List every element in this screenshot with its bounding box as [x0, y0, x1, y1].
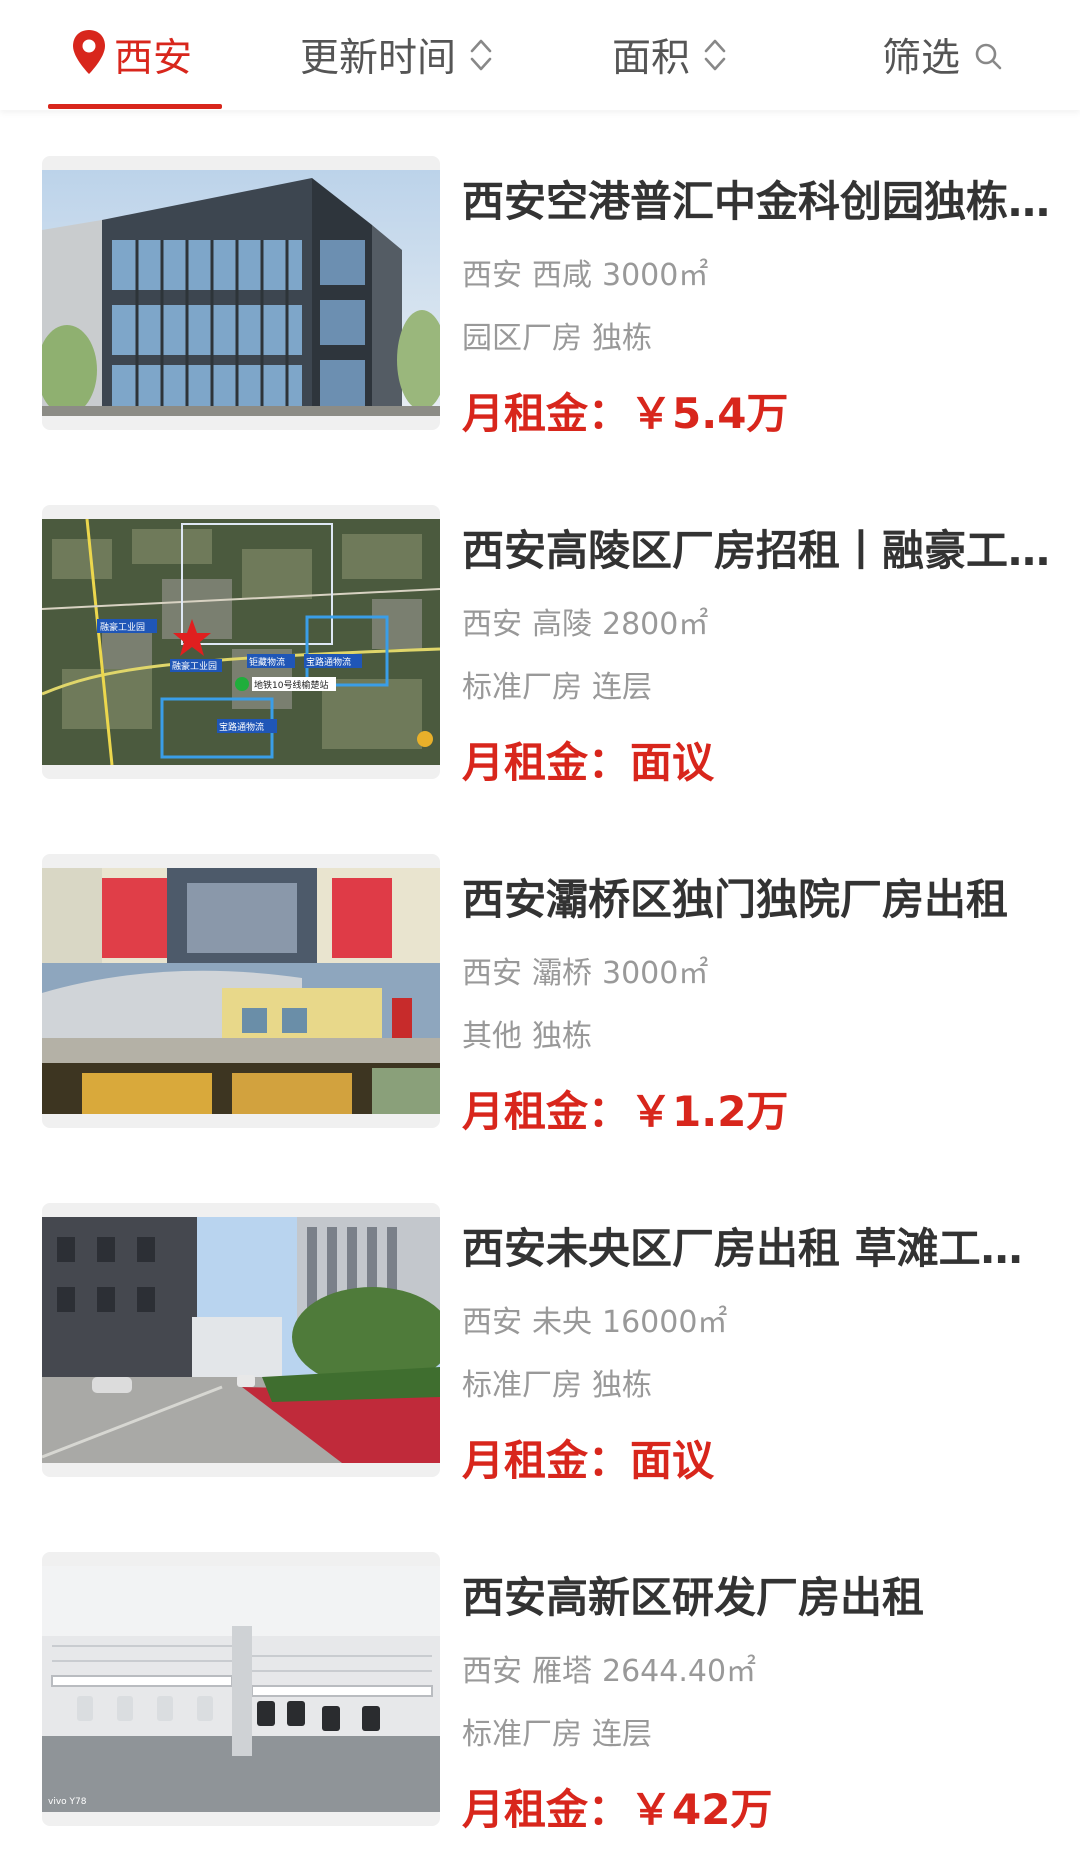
listing-city: 西安	[462, 956, 522, 991]
rent-value: ￥5.4万	[630, 389, 789, 438]
photo-watermark: vivo Y78	[48, 1797, 87, 1807]
sort-update-time-label: 更新时间	[300, 36, 457, 81]
listing-rent: 月租金：￥1.2万	[462, 1086, 788, 1138]
listing-layout: 独栋	[532, 1019, 592, 1054]
listing-rent: 月租金：面议	[462, 737, 714, 789]
rent-value: ￥42万	[630, 1785, 773, 1834]
listing-category: 标准厂房	[462, 1368, 582, 1403]
listing-city: 西安	[462, 607, 522, 642]
listing-district: 雁塔	[532, 1654, 592, 1689]
listing-rent: 月租金：面议	[462, 1435, 714, 1487]
listing-location: 西安 高陵 2800㎡	[462, 605, 1022, 645]
listing-city: 西安	[462, 1654, 522, 1689]
map-label: 钜藏物流	[249, 656, 285, 668]
listing-category: 标准厂房	[462, 1717, 582, 1752]
listing-area: 2644.40㎡	[602, 1654, 757, 1689]
listing-card[interactable]: 西安灞桥区独门独院厂房出租 西安 灞桥 3000㎡ 其他 独栋 月租金：￥1.2万	[42, 854, 1038, 1136]
city-selector-label: 西安	[114, 36, 193, 81]
rent-value: ￥1.2万	[630, 1087, 789, 1136]
listing-category: 标准厂房	[462, 670, 582, 705]
active-tab-indicator	[48, 104, 222, 109]
filter-tab[interactable]: 筛选	[882, 0, 1002, 110]
listing-title[interactable]: 西安未央区厂房出租 草滩工业园	[462, 1221, 1056, 1277]
rent-label: 月租金：	[462, 1436, 631, 1485]
listing-area: 16000㎡	[602, 1305, 728, 1340]
building-photo	[42, 170, 440, 416]
listing-layout: 连层	[592, 670, 652, 705]
listing-type: 标准厂房 独栋	[462, 1366, 1022, 1406]
listing-thumbnail[interactable]: 融豪工业园 融豪工业园 钜藏物流 宝路通物流 地铁10号线榆楚站 宝路通物流	[42, 505, 440, 779]
location-pin-icon	[73, 30, 105, 74]
listing-location: 西安 西咸 3000㎡	[462, 256, 1022, 296]
listing-area: 3000㎡	[602, 258, 709, 293]
map-label: 融豪工业园	[100, 621, 145, 633]
factory-yard-photo	[42, 868, 440, 1114]
listing-card[interactable]: vivo Y78 西安高新区研发厂房出租 西安 雁塔 2644.40㎡ 标准厂房 连层…	[42, 1552, 1038, 1834]
rent-value: 面议	[630, 738, 715, 787]
sort-by-area-tab[interactable]: 面积	[612, 0, 728, 110]
rent-label: 月租金：	[462, 1087, 631, 1136]
listing-thumbnail[interactable]	[42, 1203, 440, 1477]
rent-value: 面议	[630, 1436, 715, 1485]
city-selector-tab[interactable]: 西安	[70, 0, 192, 110]
rent-label: 月租金：	[462, 1785, 631, 1834]
listing-city: 西安	[462, 1305, 522, 1340]
search-icon	[975, 43, 1002, 70]
listing-category: 其他	[462, 1019, 522, 1054]
listing-category: 园区厂房	[462, 321, 582, 356]
listing-title[interactable]: 西安空港普汇中金科创园独栋厂房	[462, 174, 1056, 230]
sort-arrows-icon	[704, 39, 726, 71]
rent-label: 月租金：	[462, 738, 631, 787]
listing-thumbnail[interactable]	[42, 854, 440, 1128]
listing-area: 3000㎡	[602, 956, 709, 991]
map-label: 宝路通物流	[306, 656, 351, 668]
listing-rent: 月租金：￥5.4万	[462, 388, 788, 440]
listing-type: 园区厂房 独栋	[462, 319, 1022, 359]
listing-area: 2800㎡	[602, 607, 709, 642]
listing-title[interactable]: 西安高陵区厂房招租丨融豪工业园	[462, 523, 1056, 579]
listing-rent: 月租金：￥42万	[462, 1784, 772, 1836]
listing-type: 标准厂房 连层	[462, 1715, 1022, 1755]
listing-layout: 独栋	[592, 321, 652, 356]
listing-thumbnail[interactable]	[42, 156, 440, 430]
sort-arrows-icon	[470, 39, 492, 71]
listing-type: 其他 独栋	[462, 1017, 1022, 1057]
listing-layout: 连层	[592, 1717, 652, 1752]
listing-location: 西安 未央 16000㎡	[462, 1303, 1022, 1343]
map-label: 地铁10号线榆楚站	[254, 679, 328, 691]
listing-type: 标准厂房 连层	[462, 668, 1022, 708]
listing-location: 西安 灞桥 3000㎡	[462, 954, 1022, 994]
listing-district: 高陵	[532, 607, 592, 642]
listing-thumbnail[interactable]: vivo Y78	[42, 1552, 440, 1826]
sort-by-update-time-tab[interactable]: 更新时间	[300, 0, 494, 110]
sort-area-label: 面积	[612, 36, 691, 81]
filter-bar: 西安 更新时间 面积 筛选	[0, 0, 1080, 110]
satellite-map-photo: 融豪工业园 融豪工业园 钜藏物流 宝路通物流 地铁10号线榆楚站 宝路通物流	[42, 519, 440, 765]
industrial-park-photo	[42, 1217, 440, 1463]
filter-label: 筛选	[882, 36, 961, 81]
listing-district: 灞桥	[532, 956, 592, 991]
map-label: 宝路通物流	[219, 721, 264, 733]
lab-interior-photo: vivo Y78	[42, 1566, 440, 1812]
listing-layout: 独栋	[592, 1368, 652, 1403]
listing-card[interactable]: 融豪工业园 融豪工业园 钜藏物流 宝路通物流 地铁10号线榆楚站 宝路通物流 西…	[42, 505, 1056, 787]
listing-location: 西安 雁塔 2644.40㎡	[462, 1652, 1022, 1692]
listing-card[interactable]: 西安空港普汇中金科创园独栋厂房 西安 西咸 3000㎡ 园区厂房 独栋 月租金：￥5.…	[42, 156, 1056, 438]
listing-district: 未央	[532, 1305, 592, 1340]
rent-label: 月租金：	[462, 389, 631, 438]
listing-card[interactable]: 西安未央区厂房出租 草滩工业园 西安 未央 16000㎡ 标准厂房 独栋 月租金：面议	[42, 1203, 1056, 1485]
map-label: 融豪工业园	[172, 660, 217, 672]
listing-title[interactable]: 西安灞桥区独门独院厂房出租	[462, 872, 1056, 928]
listing-city: 西安	[462, 258, 522, 293]
listing-district: 西咸	[532, 258, 592, 293]
listing-title[interactable]: 西安高新区研发厂房出租	[462, 1570, 1056, 1626]
